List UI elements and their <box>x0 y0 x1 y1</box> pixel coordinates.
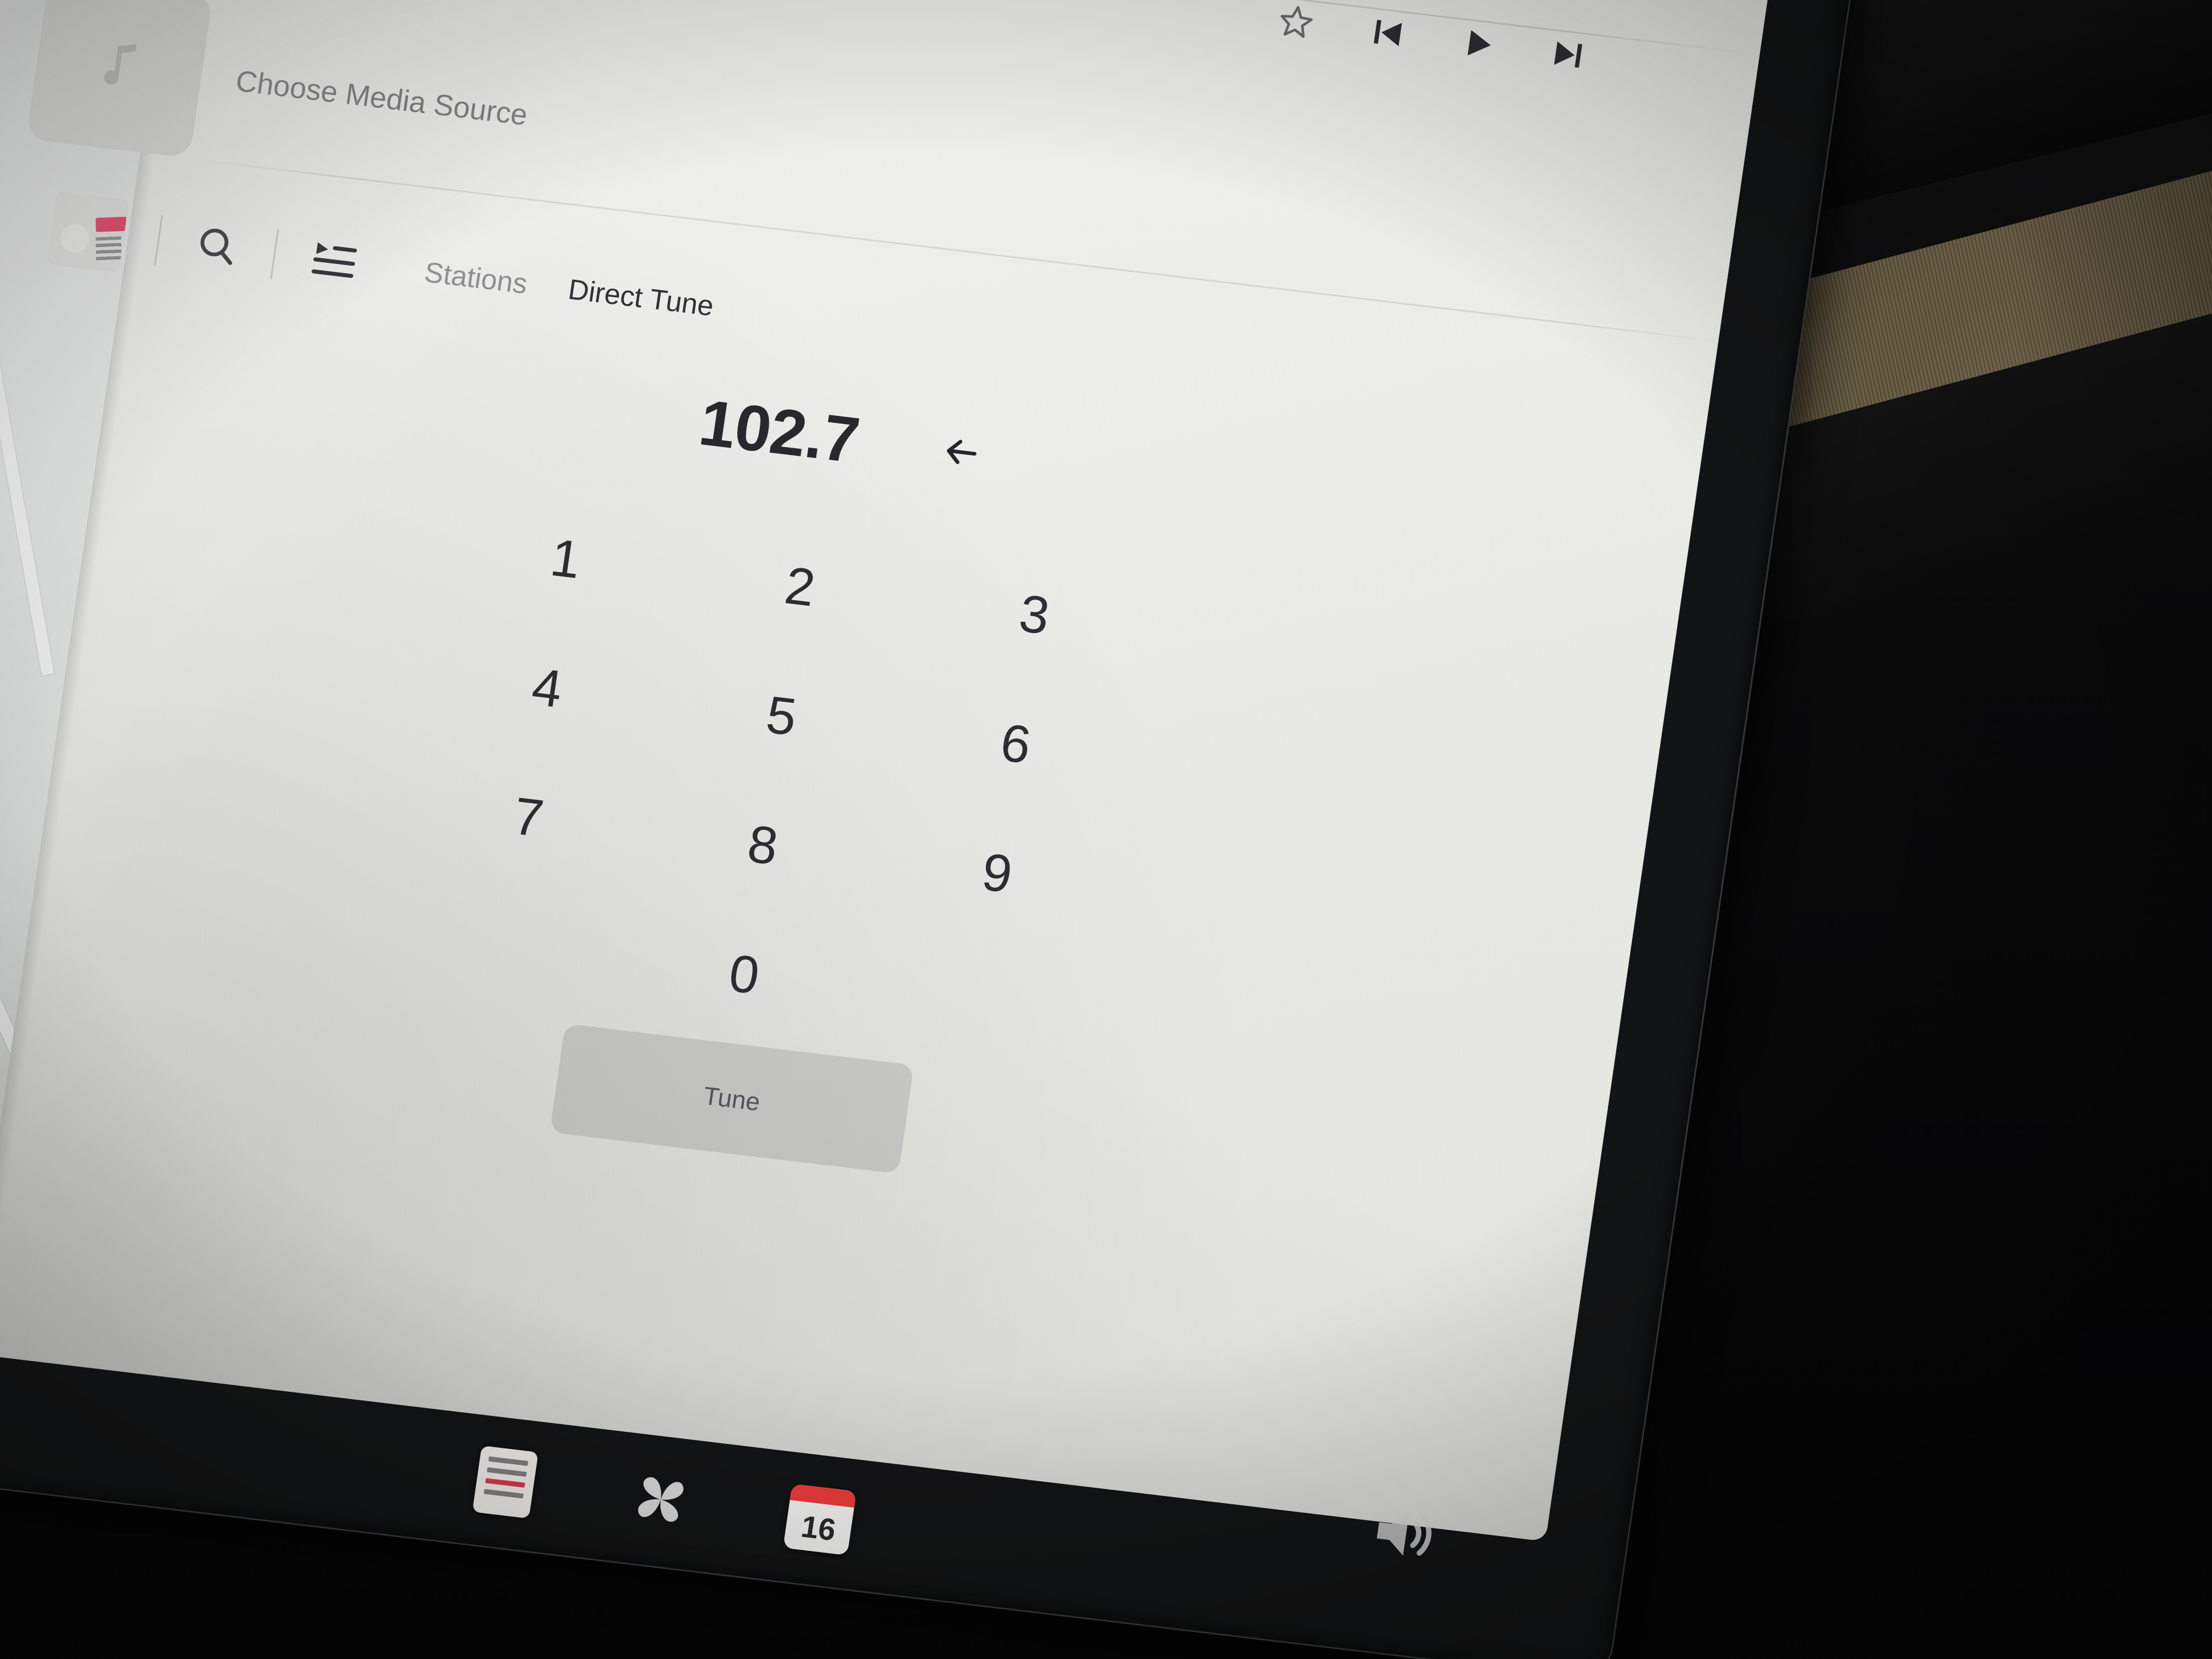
thumbnail-bars <box>95 233 122 261</box>
frequency-row: 102.7 <box>695 385 986 493</box>
toolbar-divider <box>270 229 279 280</box>
previous-track-icon[interactable] <box>1365 12 1409 57</box>
tune-button-label: Tune <box>702 1081 762 1116</box>
photo-of-tesla-touchscreen: Profile 9:11 am <box>0 0 2212 1659</box>
fan-climate-icon[interactable] <box>621 1461 700 1541</box>
volume-speaker-icon[interactable] <box>1359 1491 1446 1578</box>
center-touchscreen: Profile 9:11 am <box>0 0 1858 1659</box>
keypad-key-2[interactable]: 2 <box>721 524 879 650</box>
keypad-key-3[interactable]: 3 <box>956 552 1113 678</box>
calendar-app-icon[interactable]: 16 <box>783 1483 857 1556</box>
keypad-key-5[interactable]: 5 <box>703 653 860 779</box>
calendar-day: 16 <box>799 1508 838 1547</box>
keypad-key-1[interactable]: 1 <box>487 496 645 622</box>
keypad-key-0[interactable]: 0 <box>665 912 823 1037</box>
note-line <box>483 1489 524 1499</box>
screen-surface: Profile 9:11 am <box>0 0 1774 1542</box>
tab-direct-tune[interactable]: Direct Tune <box>566 273 716 323</box>
backspace-arrow-icon[interactable] <box>937 429 985 478</box>
keypad-key-9[interactable]: 9 <box>918 811 1076 936</box>
frequency-display: 102.7 <box>695 386 864 477</box>
thumbnail-dot <box>58 222 91 255</box>
play-icon[interactable] <box>1456 22 1500 68</box>
note-line-accent <box>485 1478 526 1488</box>
playlist-queue-icon[interactable] <box>306 232 363 291</box>
album-art-thumbnail[interactable] <box>47 191 129 273</box>
thumbnail-red-accent <box>95 216 127 232</box>
choose-media-source-label: Choose Media Source <box>234 64 530 132</box>
note-line <box>487 1467 527 1477</box>
keypad-key-8[interactable]: 8 <box>684 783 842 909</box>
search-icon[interactable] <box>189 220 243 275</box>
keypad-key-4[interactable]: 4 <box>469 625 626 751</box>
direct-tune-panel: 102.7 1 2 3 4 5 6 7 8 9 0 Tune <box>0 294 1695 1256</box>
tab-stations[interactable]: Stations <box>422 256 529 301</box>
keypad-key-7[interactable]: 7 <box>450 755 607 881</box>
notes-app-icon[interactable] <box>472 1445 539 1519</box>
note-line <box>488 1456 528 1466</box>
numeric-keypad: 1 2 3 4 5 6 7 8 9 0 <box>383 481 1161 1081</box>
next-track-icon[interactable] <box>1547 33 1590 79</box>
media-tabs: Stations Direct Tune <box>422 256 716 323</box>
music-note-icon <box>26 0 213 159</box>
toolbar-divider <box>154 215 163 266</box>
keypad-key-6[interactable]: 6 <box>937 681 1094 807</box>
star-outline-icon[interactable] <box>1273 0 1319 47</box>
